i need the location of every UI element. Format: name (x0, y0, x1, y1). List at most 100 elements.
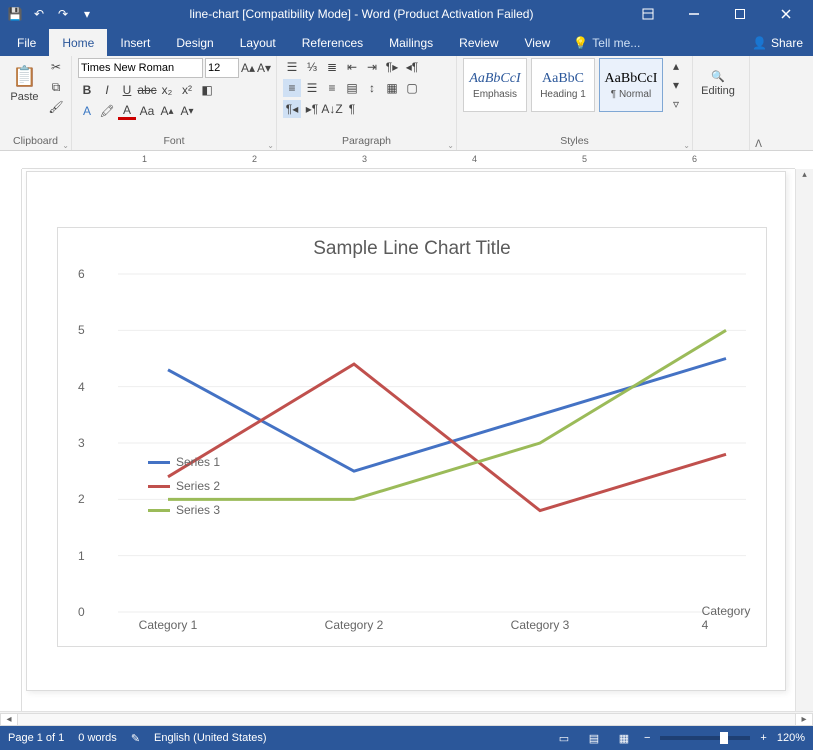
grow-font-icon[interactable]: A▴ (241, 59, 255, 77)
underline-icon[interactable]: U (118, 81, 136, 99)
styles-up-icon[interactable]: ▴ (667, 58, 685, 75)
italic-icon[interactable]: I (98, 81, 116, 99)
styles-down-icon[interactable]: ▾ (667, 77, 685, 94)
shrink-font2-icon[interactable]: A▾ (178, 102, 196, 120)
horizontal-ruler[interactable]: 123456 (22, 151, 795, 169)
word-count[interactable]: 0 words (78, 732, 117, 744)
grow-font2-icon[interactable]: A▴ (158, 102, 176, 120)
increase-indent-icon[interactable]: ⇥ (363, 58, 381, 76)
group-label: Font (78, 135, 270, 148)
zoom-out-icon[interactable]: − (644, 732, 650, 744)
y-tick-label: 1 (78, 549, 85, 563)
legend-item: Series 2 (148, 474, 220, 498)
bullets-icon[interactable]: ☰ (283, 58, 301, 76)
close-button[interactable] (763, 0, 809, 28)
chart-svg (98, 274, 746, 610)
editing-button[interactable]: 🔍Editing (699, 58, 737, 108)
tab-insert[interactable]: Insert (107, 29, 163, 56)
rtl-para-icon[interactable]: ▸¶ (303, 100, 321, 118)
redo-icon[interactable]: ↷ (52, 3, 74, 25)
proofing-icon[interactable]: ✎ (131, 732, 140, 745)
font-name-input[interactable] (78, 58, 203, 78)
shading-icon[interactable]: ▦ (383, 79, 401, 97)
cut-icon[interactable]: ✂ (47, 58, 65, 76)
print-layout-icon[interactable]: ▤ (584, 732, 604, 745)
document-area: 123456 ▴ Sample Line Chart Title Series … (0, 151, 813, 711)
tab-view[interactable]: View (512, 29, 564, 56)
paste-button[interactable]: 📋Paste (6, 58, 43, 108)
page-indicator[interactable]: Page 1 of 1 (8, 732, 64, 744)
chart-title: Sample Line Chart Title (58, 228, 766, 264)
tab-design[interactable]: Design (163, 29, 226, 56)
tab-home[interactable]: Home (49, 29, 107, 56)
decrease-indent-icon[interactable]: ⇤ (343, 58, 361, 76)
styles-more-icon[interactable]: ▿ (667, 95, 685, 112)
tab-file[interactable]: File (4, 29, 49, 56)
legend-label: Series 2 (176, 479, 220, 493)
y-tick-label: 6 (78, 267, 85, 281)
multilevel-icon[interactable]: ≣ (323, 58, 341, 76)
tab-layout[interactable]: Layout (227, 29, 289, 56)
save-icon[interactable]: 💾 (4, 3, 26, 25)
format-painter-icon[interactable]: 🖌 (47, 98, 65, 116)
shrink-font-icon[interactable]: A▾ (257, 59, 271, 77)
legend-item: Series 3 (148, 498, 220, 522)
language-indicator[interactable]: English (United States) (154, 732, 267, 744)
text-effects-icon[interactable]: A (78, 102, 96, 120)
font-color-icon[interactable]: A (118, 102, 136, 120)
status-bar: Page 1 of 1 0 words ✎ English (United St… (0, 726, 813, 750)
align-right-icon[interactable]: ≡ (323, 79, 341, 97)
font-size-input[interactable] (205, 58, 239, 78)
qat-customize-icon[interactable]: ▾ (76, 3, 98, 25)
align-center-icon[interactable]: ☰ (303, 79, 321, 97)
legend-label: Series 1 (176, 455, 220, 469)
tab-review[interactable]: Review (446, 29, 511, 56)
borders-icon[interactable]: ▢ (403, 79, 421, 97)
show-marks-icon[interactable]: ¶ (343, 100, 361, 118)
group-label: Clipboard (6, 135, 65, 148)
zoom-level[interactable]: 120% (777, 732, 805, 744)
highlight-icon[interactable]: 🖍 (98, 102, 116, 120)
collapse-ribbon-icon[interactable]: ᐱ (749, 56, 767, 150)
ltr-icon[interactable]: ¶▸ (383, 58, 401, 76)
document-page: Sample Line Chart Title Series 1 Series 2… (26, 171, 786, 691)
vertical-scrollbar[interactable]: ▴ (795, 169, 813, 711)
bold-icon[interactable]: B (78, 81, 96, 99)
tab-references[interactable]: References (289, 29, 376, 56)
rtl-icon[interactable]: ◂¶ (403, 58, 421, 76)
zoom-in-icon[interactable]: + (760, 732, 766, 744)
maximize-button[interactable] (717, 0, 763, 28)
group-label: Paragraph (283, 135, 450, 148)
align-left-icon[interactable]: ≡ (283, 79, 301, 97)
justify-icon[interactable]: ▤ (343, 79, 361, 97)
undo-icon[interactable]: ↶ (28, 3, 50, 25)
ribbon-options-icon[interactable] (625, 0, 671, 28)
subscript-icon[interactable]: x₂ (158, 81, 176, 99)
minimize-button[interactable] (671, 0, 717, 28)
zoom-slider[interactable] (660, 736, 750, 740)
series-line (168, 359, 726, 472)
strike-icon[interactable]: abc (138, 81, 156, 99)
style-emphasis[interactable]: AaBbCcIEmphasis (463, 58, 527, 112)
numbering-icon[interactable]: ⅓ (303, 58, 321, 76)
ltr-para-icon[interactable]: ¶◂ (283, 100, 301, 118)
web-layout-icon[interactable]: ▦ (614, 732, 634, 745)
chart-object[interactable]: Sample Line Chart Title Series 1 Series 2… (57, 227, 767, 647)
tell-me[interactable]: 💡Tell me... (569, 30, 644, 56)
style-normal[interactable]: AaBbCcI¶ Normal (599, 58, 663, 112)
vertical-ruler[interactable] (0, 169, 22, 711)
superscript-icon[interactable]: x² (178, 81, 196, 99)
read-mode-icon[interactable]: ▭ (554, 732, 574, 745)
title-bar: 💾 ↶ ↷ ▾ line-chart [Compatibility Mode] … (0, 0, 813, 28)
tab-mailings[interactable]: Mailings (376, 29, 446, 56)
line-spacing-icon[interactable]: ↕ (363, 79, 381, 97)
copy-icon[interactable]: ⧉ (47, 78, 65, 96)
style-heading1[interactable]: AaBbCHeading 1 (531, 58, 595, 112)
clear-format-icon[interactable]: ◧ (198, 81, 216, 99)
sort-icon[interactable]: A↓Z (323, 100, 341, 118)
ribbon-tabs: File Home Insert Design Layout Reference… (0, 28, 813, 56)
share-button[interactable]: 👤Share (742, 30, 813, 56)
change-case-icon[interactable]: Aa (138, 102, 156, 120)
horizontal-scrollbar[interactable]: ◂▸ (0, 711, 813, 726)
series-line (168, 364, 726, 510)
